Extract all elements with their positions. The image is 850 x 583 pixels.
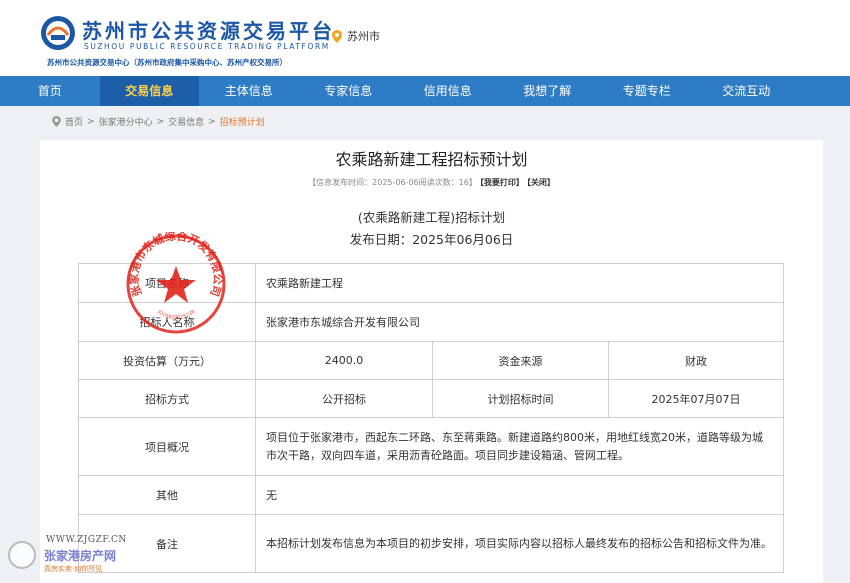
- breadcrumb-separator: >: [208, 116, 216, 127]
- nav-item[interactable]: 专家信息: [299, 76, 399, 106]
- table-row: 项目名称 农乘路新建工程: [78, 263, 784, 303]
- watermark-logo-icon: [8, 541, 36, 569]
- breadcrumb-trade-info[interactable]: 交易信息: [168, 115, 204, 128]
- nav-item[interactable]: 我想了解: [498, 76, 598, 106]
- nav-item[interactable]: 首页: [0, 76, 100, 106]
- site-header: 苏州市公共资源交易平台 SUZHOU PUBLIC RESOURCE TRADI…: [0, 0, 850, 76]
- table-row: 备注 本招标计划发布信息为本项目的初步安排，项目实际内容以招标人最终发布的招标公…: [78, 514, 784, 573]
- overview-value: 项目位于张家港市，西起东二环路、东至蒋乘路。新建道路约800米，用地红线宽20米…: [255, 417, 784, 476]
- nav-item[interactable]: 专题专栏: [597, 76, 697, 106]
- breadcrumb-separator: >: [87, 116, 95, 127]
- table-row: 招标人名称 张家港市东城综合开发有限公司: [78, 302, 784, 342]
- table-row: 项目概况 项目位于张家港市，西起东二环路、东至蒋乘路。新建道路约800米，用地红…: [78, 417, 784, 476]
- remark-value: 本招标计划发布信息为本项目的初步安排，项目实际内容以招标人最终发布的招标公告和招…: [255, 514, 784, 573]
- breadcrumb-separator: >: [156, 116, 165, 127]
- other-value: 无: [255, 475, 784, 515]
- table-row: 其他 无: [78, 475, 784, 515]
- publish-date: 发布日期：2025年06月06日: [349, 232, 514, 247]
- article-title: 农乘路新建工程招标预计划: [335, 150, 528, 169]
- platform-name[interactable]: 苏州市公共资源交易平台: [82, 15, 335, 44]
- watermark-name: 张家港房产网: [44, 549, 117, 563]
- print-button[interactable]: 【我要打印】: [480, 178, 524, 187]
- tenderer-label: 招标人名称: [78, 302, 256, 342]
- nav-item[interactable]: 交流互动: [697, 76, 797, 106]
- publish-info: 【信息发布时间：2025-06-06阅读次数：16】: [308, 178, 477, 187]
- nav-item[interactable]: 信用信息: [398, 76, 498, 106]
- investment-value: 2400.0: [255, 341, 433, 380]
- platform-name-en: SUZHOU PUBLIC RESOURCE TRADING PLATFORM: [84, 42, 330, 51]
- project-name-value: 农乘路新建工程: [255, 263, 784, 303]
- plan-subtitle: (农乘路新建工程)招标计划: [357, 210, 506, 225]
- breadcrumb-current: 招标预计划: [219, 118, 265, 128]
- plan-table: 项目名称 农乘路新建工程 招标人名称 张家港市东城综合开发有限公司 投资估算（万…: [78, 263, 784, 573]
- location-pin-icon: [52, 116, 61, 127]
- investment-label: 投资估算（万元）: [78, 341, 256, 380]
- breadcrumb-branch[interactable]: 张家港分中心: [99, 115, 153, 128]
- location-selector[interactable]: 苏州市: [332, 28, 380, 44]
- table-row: 招标方式 公开招标 计划招标时间 2025年07月07日: [78, 379, 784, 418]
- article-panel: 农乘路新建工程招标预计划 【信息发布时间：2025-06-06阅读次数：16】【…: [40, 140, 823, 583]
- close-button[interactable]: 【关闭】: [527, 178, 555, 187]
- watermark-url: WWW.ZJGZF.CN: [46, 535, 127, 545]
- breadcrumb: 首页 > 张家港分中心 > 交易信息 > 招标预计划: [52, 115, 265, 128]
- fund-source-value: 财政: [608, 341, 784, 380]
- overview-label: 项目概况: [78, 417, 256, 476]
- breadcrumb-home[interactable]: 首页: [65, 115, 83, 128]
- watermark-slogan: 真房实卖·如你所见: [44, 565, 103, 573]
- project-name-label: 项目名称: [78, 263, 256, 303]
- tenderer-value: 张家港市东城综合开发有限公司: [255, 302, 784, 342]
- table-row: 投资估算（万元） 2400.0 资金来源 财政: [78, 341, 784, 380]
- method-label: 招标方式: [78, 379, 256, 418]
- location-label: 苏州市: [347, 30, 380, 43]
- location-pin-icon: [332, 29, 342, 43]
- plan-time-value: 2025年07月07日: [608, 379, 784, 418]
- platform-subtitle: 苏州市公共资源交易中心（苏州市政府集中采购中心、苏州产权交易所）: [47, 58, 287, 67]
- nav-item[interactable]: 主体信息: [199, 76, 299, 106]
- plan-time-label: 计划招标时间: [432, 379, 609, 418]
- method-value: 公开招标: [255, 379, 433, 418]
- main-nav: 首页 交易信息 主体信息 专家信息 信用信息 我想了解 专题专栏 交流互动: [0, 76, 850, 106]
- nav-item[interactable]: 交易信息: [99, 76, 199, 106]
- fund-source-label: 资金来源: [432, 341, 609, 380]
- platform-logo-icon[interactable]: [40, 15, 76, 51]
- article-meta: 【信息发布时间：2025-06-06阅读次数：16】 【我要打印】 【关闭】: [40, 177, 823, 188]
- site-watermark: WWW.ZJGZF.CN 张家港房产网 真房实卖·如你所见: [8, 533, 138, 583]
- other-label: 其他: [78, 475, 256, 515]
